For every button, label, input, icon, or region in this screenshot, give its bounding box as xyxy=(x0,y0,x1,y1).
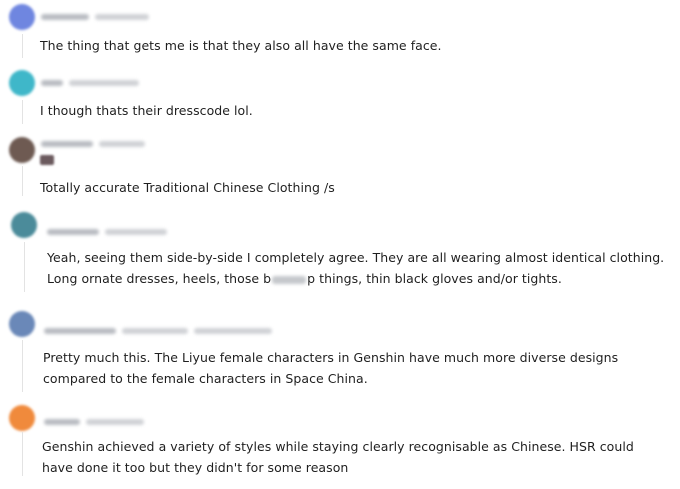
comment-body-line-1: Yeah, seeing them side-by-side I complet… xyxy=(47,250,665,265)
user-avatar[interactable] xyxy=(9,405,35,431)
comment-body-line-2: Long ornate dresses, heels, those b p thi… xyxy=(47,268,562,289)
thread-line[interactable] xyxy=(22,340,23,392)
timestamp xyxy=(105,229,167,235)
thread-line[interactable] xyxy=(24,242,25,292)
thread-line[interactable] xyxy=(22,34,23,58)
timestamp xyxy=(69,80,139,86)
comment-meta xyxy=(41,140,145,148)
flair-icon xyxy=(40,155,54,165)
comment-body-line-1: Pretty much this. The Liyue female chara… xyxy=(43,350,619,365)
timestamp xyxy=(86,419,144,425)
comment-body: The thing that gets me is that they also… xyxy=(40,38,442,53)
comment-meta xyxy=(47,228,167,236)
username[interactable] xyxy=(44,328,116,334)
username[interactable] xyxy=(47,229,99,235)
username[interactable] xyxy=(41,80,63,86)
edited-label xyxy=(194,328,272,334)
redacted-word xyxy=(272,275,307,284)
comment-meta xyxy=(41,13,149,21)
user-avatar[interactable] xyxy=(11,212,37,238)
thread-line[interactable] xyxy=(22,166,23,196)
comment-text-b: p things, thin black gloves and/or tight… xyxy=(307,271,562,286)
user-avatar[interactable] xyxy=(9,137,35,163)
timestamp xyxy=(99,141,145,147)
thread-line[interactable] xyxy=(22,100,23,124)
comment-body-line-2: compared to the female characters in Spa… xyxy=(43,371,368,386)
comment-body-line-1: Genshin achieved a variety of styles whi… xyxy=(42,439,634,454)
comment-text-a: Long ornate dresses, heels, those b xyxy=(47,271,272,286)
comment-body: Totally accurate Traditional Chinese Clo… xyxy=(40,180,335,195)
user-avatar[interactable] xyxy=(9,311,35,337)
comment-meta xyxy=(44,327,272,335)
username[interactable] xyxy=(41,14,89,20)
timestamp xyxy=(122,328,188,334)
thread-line[interactable] xyxy=(22,432,23,476)
comment-meta xyxy=(44,418,144,426)
username[interactable] xyxy=(41,141,93,147)
user-avatar[interactable] xyxy=(9,4,35,30)
comment-body: I though thats their dresscode lol. xyxy=(40,103,253,118)
username[interactable] xyxy=(44,419,80,425)
timestamp xyxy=(95,14,149,20)
comment-meta xyxy=(41,79,139,87)
user-avatar[interactable] xyxy=(9,70,35,96)
comment-body-line-2: have done it too but they didn't for som… xyxy=(42,460,349,475)
